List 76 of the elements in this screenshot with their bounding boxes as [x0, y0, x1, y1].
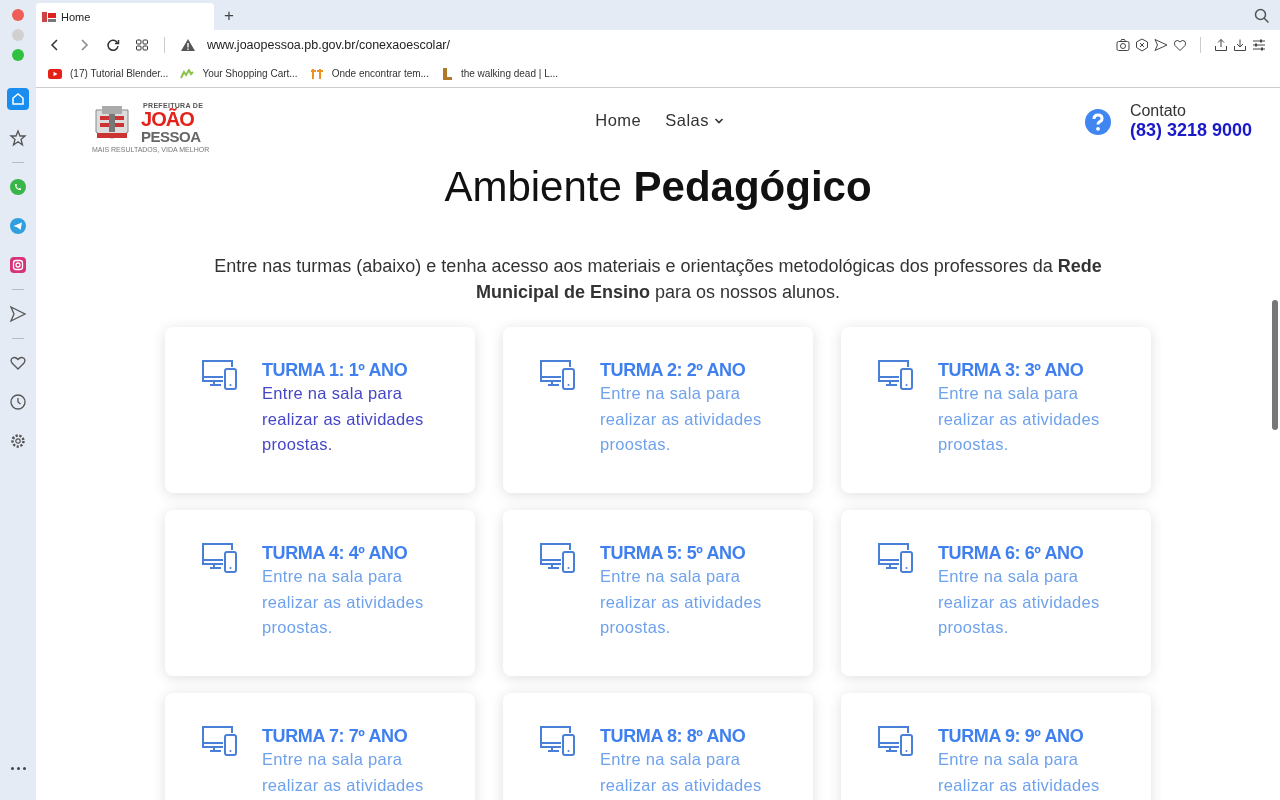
card-description: Entre na sala para realizar as atividades [262, 749, 425, 796]
send-icon[interactable] [1154, 38, 1168, 52]
share-icon[interactable] [1214, 38, 1228, 52]
logo-icon [42, 10, 56, 23]
phone-number[interactable]: (83) 3218 9000 [1129, 120, 1252, 141]
class-card[interactable]: TURMA 6: 6º ANO Entre na sala para realizar as atividades proostas. [841, 510, 1151, 676]
warning-icon[interactable] [180, 38, 196, 52]
more-icon[interactable] [10, 767, 26, 770]
nav-link[interactable]: Home [595, 111, 642, 130]
devices-icon [877, 725, 914, 757]
card-title: TURMA 6: 6º ANO [938, 543, 1085, 564]
search-icon[interactable] [1254, 8, 1270, 24]
card-title: TURMA 4: 4º ANO [262, 543, 409, 564]
page-heading: Ambiente Pedagógico [444, 163, 872, 211]
card-description: Entre na sala para realizar as atividades proostas. [600, 383, 763, 455]
sliders-icon[interactable] [1252, 38, 1266, 52]
card-description: Entre na sala para realizar as atividades [600, 749, 763, 796]
card-description: Entre na sala para realizar as atividades proostas. [600, 566, 763, 638]
card-description: Entre na sala para realizar as atividades proostas. [262, 383, 425, 455]
card-title: TURMA 7: 7º ANO [262, 726, 409, 747]
new-tab-button[interactable]: + [224, 7, 234, 24]
card-title: TURMA 2: 2º ANO [600, 360, 747, 381]
class-card[interactable]: TURMA 8: 8º ANO Entre na sala para realizar as atividades [503, 693, 813, 800]
class-card[interactable]: TURMA 2: 2º ANO Entre na sala para realizar as atividades proostas. [503, 327, 813, 493]
class-card[interactable]: TURMA 3: 3º ANO Entre na sala para realizar as atividades proostas. [841, 327, 1151, 493]
star-icon[interactable] [7, 127, 29, 149]
card-title: TURMA 8: 8º ANO [600, 726, 747, 747]
heart-icon[interactable] [1173, 38, 1187, 52]
browser-tab[interactable]: Home [36, 3, 214, 30]
reload-icon[interactable] [106, 38, 120, 52]
bookmark[interactable]: (17) Tutorial Blender... [48, 68, 169, 79]
card-description: Entre na sala para realizar as atividades proostas. [938, 383, 1101, 455]
nav-link[interactable]: Salas [665, 111, 724, 130]
tab-title: Home [61, 10, 91, 23]
bookmark[interactable]: the walking dead | L... [440, 66, 559, 81]
card-title: TURMA 1: 1º ANO [262, 360, 409, 381]
devices-icon [877, 542, 914, 574]
bookmark[interactable]: Onde encontrar tem... [309, 67, 429, 80]
devices-icon [201, 725, 238, 757]
close-window-button[interactable] [12, 9, 24, 21]
devices-icon [877, 359, 914, 391]
devices-icon [201, 542, 238, 574]
play-icon [48, 68, 62, 79]
download-icon[interactable] [1233, 38, 1247, 52]
grid-icon[interactable] [135, 38, 149, 52]
devices-icon [539, 725, 576, 757]
zigzag-icon [180, 68, 195, 79]
bookmark[interactable]: Your Shopping Cart... [180, 68, 298, 79]
devices-icon [539, 542, 576, 574]
class-card[interactable]: TURMA 1: 1º ANO Entre na sala para realizar as atividades proostas. [165, 327, 475, 493]
letter-l-icon [440, 66, 453, 81]
home-icon[interactable] [7, 88, 29, 110]
devices-icon [539, 359, 576, 391]
camera-icon[interactable] [1116, 38, 1130, 52]
class-card[interactable]: TURMA 4: 4º ANO Entre na sala para realizar as atividades proostas. [165, 510, 475, 676]
card-description: Entre na sala para realizar as atividades [938, 749, 1101, 796]
double-t-icon [309, 67, 324, 80]
paper-plane-icon[interactable] [7, 215, 29, 237]
contact-label: Contato [1129, 102, 1187, 120]
card-description: Entre na sala para realizar as atividades proostas. [262, 566, 425, 638]
camera-icon[interactable] [7, 254, 29, 276]
intro-text: Entre nas turmas (abaixo) e tenha acesso aos materiais e orientações metodológicas dos professores da Rede Municipal de Ensino para os nossos alunos. [213, 255, 1103, 304]
clock-icon[interactable] [7, 391, 29, 413]
card-title: TURMA 5: 5º ANO [600, 543, 747, 564]
address-field[interactable]: www.joaopessoa.pb.gov.br/conexaoescolar/ [207, 38, 450, 52]
scrollbar-thumb[interactable] [1272, 300, 1278, 430]
devices-icon [201, 359, 238, 391]
class-card[interactable]: TURMA 7: 7º ANO Entre na sala para realizar as atividades [165, 693, 475, 800]
card-title: TURMA 3: 3º ANO [938, 360, 1085, 381]
chevron-down-icon[interactable] [714, 116, 724, 125]
help-icon[interactable] [1083, 107, 1112, 136]
card-title: TURMA 9: 9º ANO [938, 726, 1085, 747]
class-card[interactable]: TURMA 5: 5º ANO Entre na sala para realizar as atividades proostas. [503, 510, 813, 676]
shield-icon[interactable] [1135, 38, 1149, 52]
card-description: Entre na sala para realizar as atividades proostas. [938, 566, 1101, 638]
class-card[interactable]: TURMA 9: 9º ANO Entre na sala para realizar as atividades [841, 693, 1151, 800]
